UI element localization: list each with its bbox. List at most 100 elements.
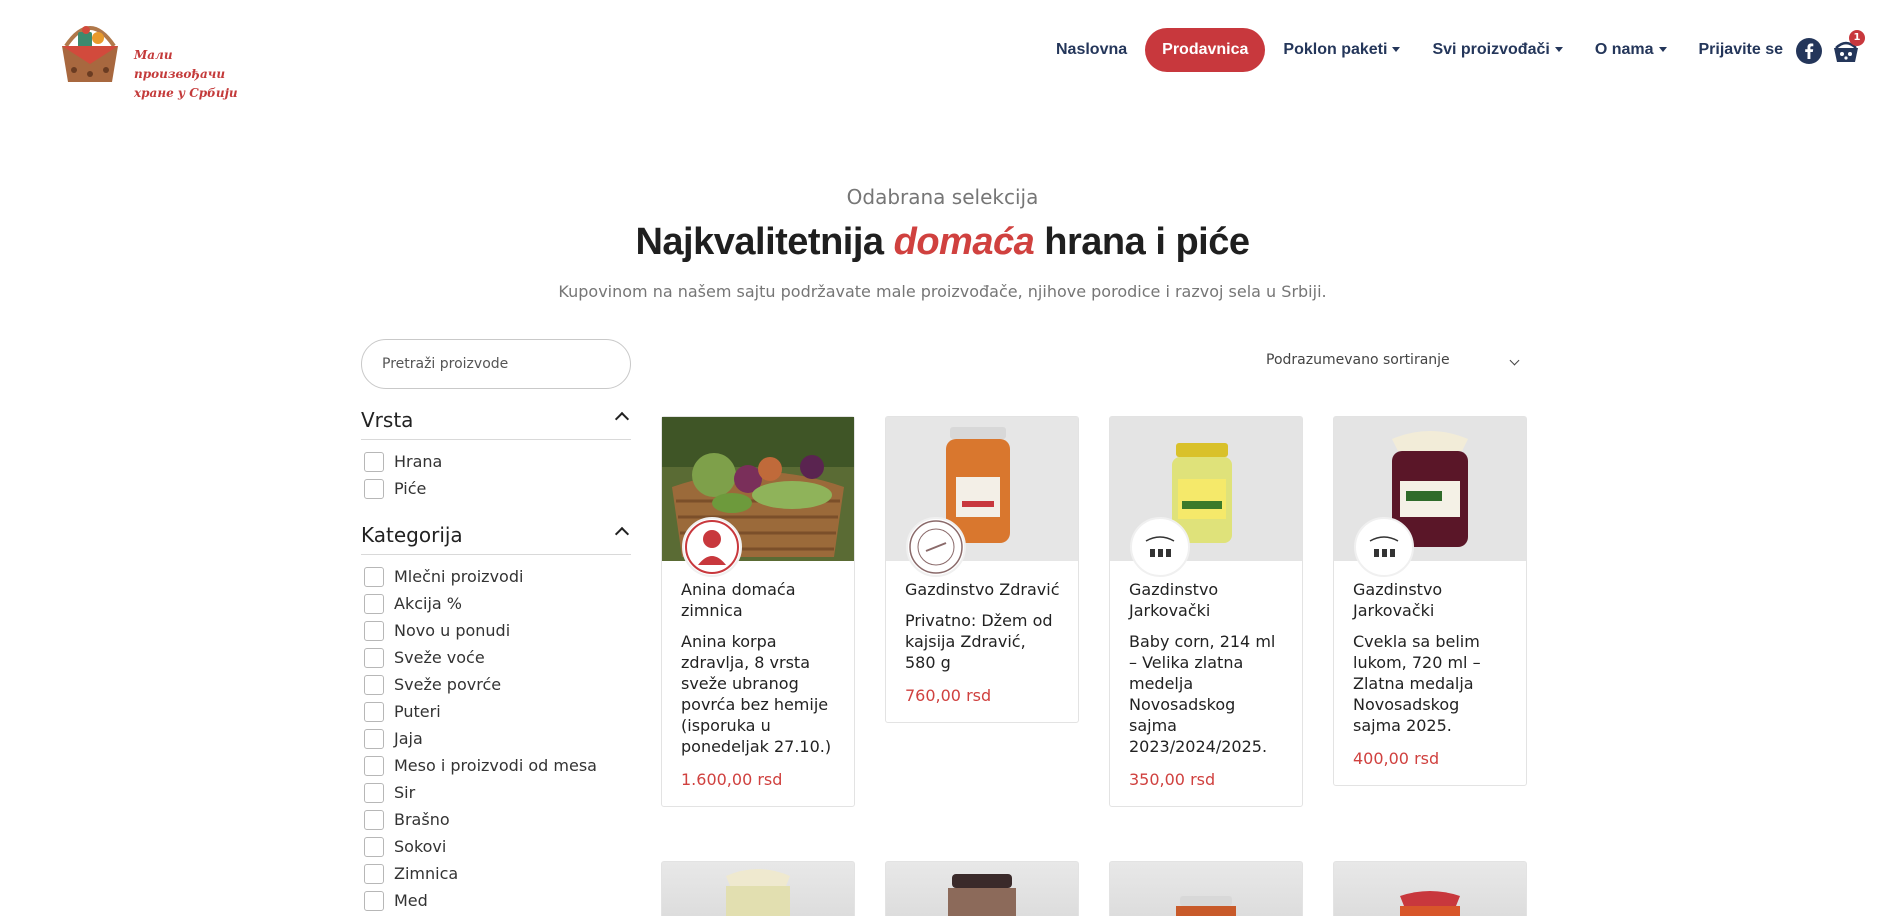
filter-list-kategorija: Mlečni proizvodi Akcija % Novo u ponudi … <box>361 563 631 914</box>
jar-image-partial <box>1176 896 1236 916</box>
filter-option[interactable]: Meso i proizvodi od mesa <box>361 752 631 779</box>
product-card[interactable]: Anina domaća zimnica Anina korpa zdravlj… <box>661 416 855 807</box>
checkbox[interactable] <box>364 890 384 911</box>
checkbox[interactable] <box>364 755 384 776</box>
filter-option[interactable]: Sveže voće <box>361 644 631 671</box>
product-image[interactable] <box>1334 417 1526 577</box>
section-eyebrow: Odabrana selekcija <box>846 185 1039 209</box>
nav-prijavite-se[interactable]: Prijavite se <box>1683 28 1800 72</box>
product-image[interactable] <box>886 417 1078 577</box>
checkbox[interactable] <box>364 863 384 884</box>
filter-title: Vrsta <box>361 408 414 432</box>
product-card-partial[interactable] <box>1109 861 1303 916</box>
nav-prodavnica[interactable]: Prodavnica <box>1145 28 1266 72</box>
filter-option[interactable]: Akcija % <box>361 590 631 617</box>
chevron-up-icon[interactable] <box>614 526 630 542</box>
product-maker[interactable]: Gazdinstvo Jarkovački <box>1353 579 1508 621</box>
checkbox[interactable] <box>364 478 384 499</box>
caret-down-icon <box>1658 47 1667 53</box>
checkbox[interactable] <box>364 728 384 749</box>
nav-o-nama[interactable]: O nama <box>1579 28 1683 72</box>
nav-poklon-paketi[interactable]: Poklon paketi <box>1267 28 1416 72</box>
checkbox[interactable] <box>364 620 384 641</box>
filter-option[interactable]: Mlečni proizvodi <box>361 563 631 590</box>
filter-option[interactable]: Novo u ponudi <box>361 617 631 644</box>
product-maker[interactable]: Anina domaća zimnica <box>681 579 836 621</box>
filter-option[interactable]: Brašno <box>361 806 631 833</box>
product-search-input[interactable] <box>361 339 631 389</box>
filter-option[interactable]: Jaja <box>361 725 631 752</box>
headline-pre: Najkvalitetnija <box>635 221 884 263</box>
nav-svi-proizvodjaci[interactable]: Svi proizvođači <box>1416 28 1578 72</box>
product-card[interactable]: Gazdinstvo Jarkovački Cvekla sa belim lu… <box>1333 416 1527 786</box>
filter-option[interactable]: Sokovi <box>361 833 631 860</box>
product-card-partial[interactable] <box>661 861 855 916</box>
product-image[interactable] <box>1110 417 1302 577</box>
nav-label: Prijavite se <box>1698 41 1784 58</box>
filter-header-kategorija[interactable]: Kategorija <box>361 523 631 555</box>
filter-option-label: Zimnica <box>394 864 459 883</box>
page-subtitle: Kupovinom na našem sajtu podržavate male… <box>558 282 1327 301</box>
maker-logo-icon <box>909 520 963 574</box>
product-price: 760,00 rsd <box>905 686 992 705</box>
product-card-partial[interactable] <box>1333 861 1527 916</box>
product-card[interactable]: Gazdinstvo Zdravić Privatno: Džem od kaj… <box>885 416 1079 723</box>
filter-option-label: Hrana <box>394 452 443 471</box>
filter-option[interactable]: Zimnica <box>361 860 631 887</box>
checkbox[interactable] <box>364 451 384 472</box>
product-maker[interactable]: Gazdinstvo Zdravić <box>905 579 1060 600</box>
product-maker[interactable]: Gazdinstvo Jarkovački <box>1129 579 1284 621</box>
chevron-up-icon[interactable] <box>614 411 630 427</box>
product-card-partial[interactable] <box>885 861 1079 916</box>
basket-logo-icon <box>62 26 118 82</box>
filter-option[interactable]: Hrana <box>361 448 631 475</box>
filter-option-label: Sveže voće <box>394 648 485 667</box>
filter-title: Kategorija <box>361 523 463 547</box>
product-name[interactable]: Cvekla sa belim lukom, 720 ml – Zlatna m… <box>1353 631 1508 736</box>
filter-option[interactable]: Med <box>361 887 631 914</box>
filter-list-vrsta: Hrana Piće <box>361 448 631 502</box>
filter-group-vrsta: Vrsta Hrana Piće <box>361 408 631 502</box>
checkbox[interactable] <box>364 647 384 668</box>
maker-logo-icon <box>685 520 739 574</box>
checkbox[interactable] <box>364 809 384 830</box>
nav-label: Naslovna <box>1056 41 1128 58</box>
filter-option-label: Piće <box>394 479 427 498</box>
filter-group-kategorija: Kategorija Mlečni proizvodi Akcija % Nov… <box>361 523 631 914</box>
filter-option-label: Med <box>394 891 428 910</box>
filter-header-vrsta[interactable]: Vrsta <box>361 408 631 440</box>
checkbox[interactable] <box>364 566 384 587</box>
sort-selected-label: Podrazumevano sortiranje <box>1266 352 1450 368</box>
product-name[interactable]: Baby corn, 214 ml – Velika zlatna medelj… <box>1129 631 1284 757</box>
product-card[interactable]: Gazdinstvo Jarkovački Baby corn, 214 ml … <box>1109 416 1303 807</box>
checkbox[interactable] <box>364 782 384 803</box>
maker-badge <box>1130 517 1190 577</box>
product-image[interactable] <box>662 417 854 577</box>
filter-option-label: Mlečni proizvodi <box>394 567 524 586</box>
nav-label: O nama <box>1594 41 1654 58</box>
filter-option[interactable]: Piće <box>361 475 631 502</box>
facebook-icon[interactable] <box>1796 38 1822 64</box>
headline-accent: domaća <box>893 221 1035 263</box>
filter-option[interactable]: Puteri <box>361 698 631 725</box>
nav-naslovna[interactable]: Naslovna <box>1040 28 1143 72</box>
filter-option[interactable]: Sir <box>361 779 631 806</box>
product-price: 400,00 rsd <box>1353 749 1440 768</box>
headline-post: hrana i piće <box>1044 221 1250 263</box>
cart-count-badge: 1 <box>1849 30 1865 46</box>
sort-select[interactable]: Podrazumevano sortiranje <box>1266 352 1522 376</box>
maker-logo-icon <box>1358 521 1410 573</box>
product-name[interactable]: Privatno: Džem od kajsija Zdravić, 580 g <box>905 610 1060 673</box>
checkbox[interactable] <box>364 836 384 857</box>
filter-option-label: Sir <box>394 783 416 802</box>
filter-option-label: Brašno <box>394 810 450 829</box>
site-logo[interactable]: Мали произвођачи хране у Србији <box>58 18 248 100</box>
nav-label: Poklon paketi <box>1283 41 1388 58</box>
product-name[interactable]: Anina korpa zdravlja, 8 vrsta sveže ubra… <box>681 631 836 757</box>
filter-option[interactable]: Sveže povrće <box>361 671 631 698</box>
maker-logo-icon <box>1134 521 1186 573</box>
checkbox[interactable] <box>364 701 384 722</box>
filter-option-label: Jaja <box>394 729 423 748</box>
checkbox[interactable] <box>364 674 384 695</box>
checkbox[interactable] <box>364 593 384 614</box>
